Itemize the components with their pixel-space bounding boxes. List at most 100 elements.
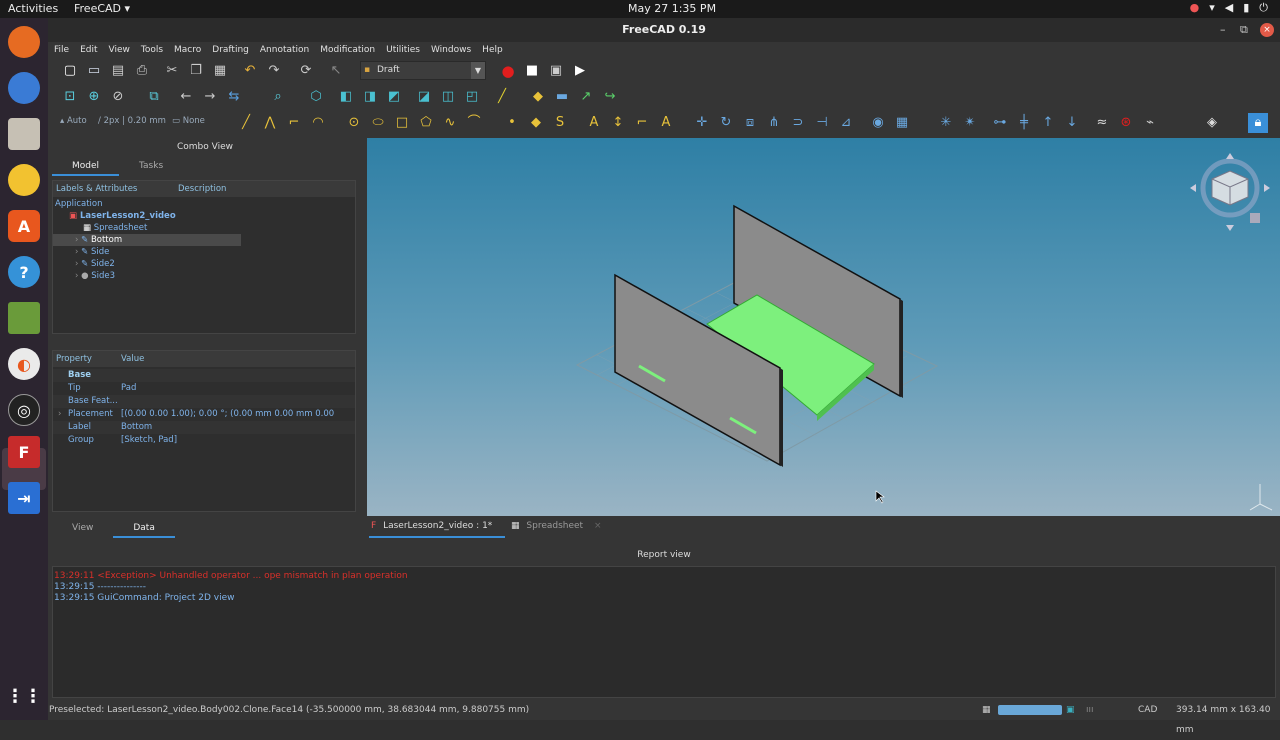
- mirror-icon[interactable]: ⋔: [766, 115, 782, 131]
- expand-arrow-icon[interactable]: ›: [75, 271, 78, 281]
- draft-to-drawing-icon[interactable]: ⌁: [1142, 115, 1158, 131]
- forward-icon[interactable]: →: [202, 89, 218, 105]
- copy-icon[interactable]: ❐: [188, 63, 204, 79]
- fit-selection-icon[interactable]: ⊕: [86, 89, 102, 105]
- rectangle-icon[interactable]: □: [394, 115, 410, 131]
- close-tab-icon[interactable]: ×: [586, 521, 602, 531]
- volume-icon[interactable]: ◀: [1225, 1, 1233, 15]
- grid-icon[interactable]: ▦: [982, 700, 991, 720]
- zoom-icon[interactable]: ⌕: [270, 89, 286, 105]
- report-view[interactable]: 13:29:11 <Exception> Unhandled operator …: [52, 566, 1276, 698]
- expand-arrow-icon[interactable]: ›: [75, 247, 78, 257]
- menu-drafting[interactable]: Drafting: [212, 42, 249, 58]
- snap-toggle-icon[interactable]: ▣: [1066, 700, 1075, 720]
- menu-tools[interactable]: Tools: [141, 42, 163, 58]
- app-icon[interactable]: ◐: [8, 348, 40, 380]
- 3d-viewport[interactable]: [367, 138, 1280, 516]
- link-icon[interactable]: ⇆: [226, 89, 242, 105]
- expand-arrow-icon[interactable]: ›: [75, 259, 78, 269]
- join-icon[interactable]: ✴: [962, 115, 978, 131]
- rhythmbox-icon[interactable]: [8, 164, 40, 196]
- facebinder-icon[interactable]: ◆: [528, 115, 544, 131]
- undo-icon[interactable]: ↶: [242, 63, 258, 79]
- navigation-cube[interactable]: [1190, 153, 1270, 233]
- fit-all-icon[interactable]: ⊡: [62, 89, 78, 105]
- refresh-icon[interactable]: ⟳: [298, 63, 314, 79]
- split-icon[interactable]: ⊶: [992, 115, 1008, 131]
- shape-string-icon[interactable]: S: [552, 115, 568, 131]
- lock-icon[interactable]: 🔒︎: [1248, 113, 1268, 133]
- print-icon[interactable]: ⎙: [134, 63, 150, 79]
- activities-button[interactable]: Activities: [8, 2, 58, 15]
- workbench-selector[interactable]: ▪ Draft ▼: [360, 61, 486, 80]
- menu-windows[interactable]: Windows: [431, 42, 471, 58]
- new-file-icon[interactable]: ▢: [62, 63, 78, 79]
- minecraft-icon[interactable]: [8, 302, 40, 334]
- save-icon[interactable]: ▤: [110, 63, 126, 79]
- power-icon[interactable]: ⏻: [1259, 1, 1268, 15]
- tree-item-side[interactable]: › ✎ Side: [75, 246, 109, 258]
- tree-item-bottom[interactable]: › ✎ Bottom: [53, 234, 241, 246]
- tree-item-side2[interactable]: › ✎ Side2: [75, 258, 115, 270]
- tree-header-description[interactable]: Description: [178, 181, 226, 197]
- auto-plane-button[interactable]: ▴ Auto: [60, 116, 87, 126]
- stop-macro-icon[interactable]: ■: [524, 63, 540, 79]
- circle-icon[interactable]: ⊙: [346, 115, 362, 131]
- tab-view[interactable]: View: [52, 518, 113, 538]
- app-menu[interactable]: FreeCAD ▾: [74, 2, 130, 15]
- link-make-icon[interactable]: ↗: [578, 89, 594, 105]
- tab-tasks[interactable]: Tasks: [119, 156, 183, 176]
- maximize-button[interactable]: ⧉: [1240, 18, 1248, 42]
- network-icon[interactable]: ●: [1190, 1, 1200, 15]
- thunderbird-icon[interactable]: [8, 72, 40, 104]
- menu-help[interactable]: Help: [482, 42, 503, 58]
- annotation-style-icon[interactable]: A: [658, 115, 674, 131]
- macros-icon[interactable]: ▣: [548, 63, 564, 79]
- menu-file[interactable]: File: [54, 42, 69, 58]
- record-macro-icon[interactable]: ●: [500, 63, 516, 79]
- part-icon[interactable]: ◆: [530, 89, 546, 105]
- clone-icon[interactable]: ◉: [870, 115, 886, 131]
- menu-edit[interactable]: Edit: [80, 42, 97, 58]
- battery-icon[interactable]: ▮: [1243, 1, 1249, 15]
- arrow-down-icon[interactable]: ↓: [1064, 115, 1080, 131]
- front-view-icon[interactable]: ◧: [338, 89, 354, 105]
- measure-icon[interactable]: ╱: [494, 89, 510, 105]
- polyline-icon[interactable]: ⋀: [262, 115, 278, 131]
- software-icon[interactable]: A: [8, 210, 40, 242]
- wire-to-bspline-icon[interactable]: ≈: [1094, 115, 1110, 131]
- isometric-view-icon[interactable]: ⬡: [308, 89, 324, 105]
- navigation-style[interactable]: CAD: [1138, 700, 1157, 720]
- bspline-icon[interactable]: ∿: [442, 115, 458, 131]
- tab-data[interactable]: Data: [113, 518, 175, 538]
- menu-view[interactable]: View: [109, 42, 130, 58]
- property-row-tip[interactable]: Tip Pad: [53, 382, 355, 395]
- obs-icon[interactable]: ◎: [8, 394, 40, 426]
- offset-icon[interactable]: ⊃: [790, 115, 806, 131]
- arc-icon[interactable]: ◠: [310, 115, 326, 131]
- layers-icon[interactable]: ◈: [1204, 115, 1220, 131]
- app-icon-2[interactable]: ⇥: [8, 482, 40, 514]
- firefox-icon[interactable]: [8, 26, 40, 58]
- help-icon[interactable]: ?: [8, 256, 40, 288]
- trim-icon[interactable]: ⊣: [814, 115, 830, 131]
- scale-icon[interactable]: ⧈: [742, 115, 758, 131]
- move-icon[interactable]: ✛: [694, 115, 710, 131]
- link-import-icon[interactable]: ↪: [602, 89, 618, 105]
- rear-view-icon[interactable]: ◪: [416, 89, 432, 105]
- fillet-icon[interactable]: ⌐: [286, 115, 302, 131]
- property-row-base-feature[interactable]: Base Feat...: [53, 395, 355, 408]
- files-icon[interactable]: [8, 118, 40, 150]
- open-file-icon[interactable]: ▭: [86, 63, 102, 79]
- array-icon[interactable]: ▦: [894, 115, 910, 131]
- text-icon[interactable]: A: [586, 115, 602, 131]
- expand-arrow-icon[interactable]: ›: [58, 408, 61, 421]
- point-icon[interactable]: •: [504, 115, 520, 131]
- minimize-button[interactable]: –: [1220, 18, 1226, 42]
- tab-spreadsheet[interactable]: ▦ Spreadsheet ×: [511, 516, 602, 538]
- menu-utilities[interactable]: Utilities: [386, 42, 420, 58]
- system-tray[interactable]: ● ▾ ◀ ▮ ⏻: [1190, 1, 1268, 15]
- bezier-icon[interactable]: ⌒: [466, 115, 482, 131]
- bottom-view-icon[interactable]: ◫: [440, 89, 456, 105]
- rotate-icon[interactable]: ↻: [718, 115, 734, 131]
